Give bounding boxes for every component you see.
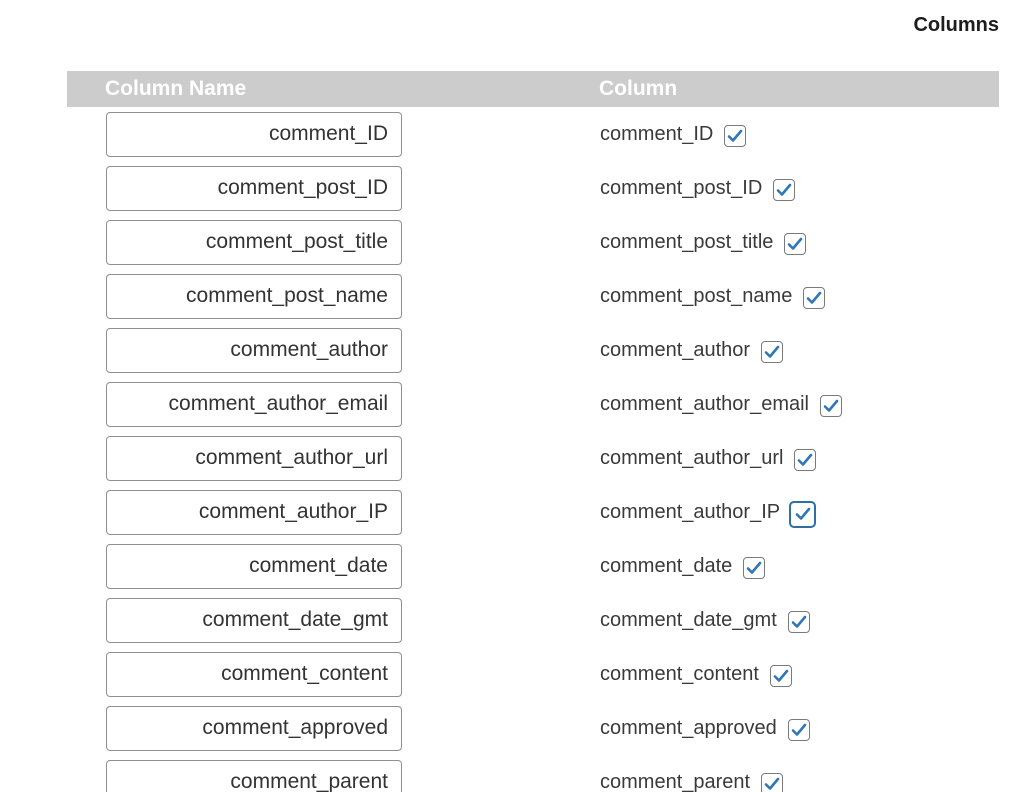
column-cell: comment_author bbox=[600, 334, 784, 366]
section-title: Columns bbox=[913, 14, 999, 36]
column-name-input[interactable] bbox=[106, 544, 402, 589]
column-name-header: Column Name bbox=[105, 77, 247, 100]
checkmark-icon bbox=[807, 291, 822, 304]
checkmark-icon bbox=[746, 561, 762, 574]
column-name-input[interactable] bbox=[106, 598, 402, 643]
column-name-input[interactable] bbox=[106, 274, 402, 319]
column-name-input[interactable] bbox=[106, 706, 402, 751]
checkmark-icon bbox=[764, 345, 780, 358]
column-name-input[interactable] bbox=[106, 652, 402, 697]
column-include-checkbox[interactable] bbox=[803, 287, 826, 309]
checkmark-icon bbox=[764, 777, 780, 790]
column-cell: comment_post_ID bbox=[600, 172, 796, 204]
column-label: comment_post_ID bbox=[600, 176, 763, 199]
table-row: comment_parent bbox=[0, 760, 1027, 792]
table-row: comment_author_email bbox=[0, 382, 1027, 436]
column-cell: comment_date_gmt bbox=[600, 604, 810, 636]
checkmark-icon bbox=[823, 399, 839, 412]
column-name-input[interactable] bbox=[106, 112, 402, 157]
column-name-input[interactable] bbox=[106, 382, 402, 427]
column-label: comment_author_url bbox=[600, 446, 784, 469]
column-name-input[interactable] bbox=[106, 436, 402, 481]
column-label: comment_author_IP bbox=[600, 500, 781, 523]
table-row: comment_post_name bbox=[0, 274, 1027, 328]
column-name-input[interactable] bbox=[106, 490, 402, 535]
columns-table-body: comment_ID comment_post_ID comment_post_ti… bbox=[0, 112, 1027, 792]
column-include-checkbox[interactable] bbox=[761, 341, 784, 363]
column-cell: comment_parent bbox=[600, 766, 784, 792]
column-include-checkbox[interactable] bbox=[761, 773, 784, 792]
column-include-checkbox[interactable] bbox=[794, 449, 817, 471]
column-include-checkbox[interactable] bbox=[789, 500, 817, 528]
column-name-input[interactable] bbox=[106, 760, 402, 792]
table-row: comment_ID bbox=[0, 112, 1027, 166]
checkmark-icon bbox=[798, 453, 813, 466]
column-include-checkbox[interactable] bbox=[787, 719, 810, 741]
table-row: comment_post_ID bbox=[0, 166, 1027, 220]
table-row: comment_author_IP bbox=[0, 490, 1027, 544]
column-include-checkbox[interactable] bbox=[787, 611, 810, 633]
column-label: comment_content bbox=[600, 662, 759, 685]
table-row: comment_author_url bbox=[0, 436, 1027, 490]
checkmark-icon bbox=[791, 615, 807, 628]
column-name-input[interactable] bbox=[106, 328, 402, 373]
checkmark-icon bbox=[728, 129, 743, 142]
column-cell: comment_ID bbox=[600, 118, 747, 150]
column-label: comment_author_email bbox=[600, 392, 809, 415]
table-header: Column Name Column bbox=[67, 71, 999, 107]
column-label: comment_date bbox=[600, 554, 733, 577]
checkmark-icon bbox=[776, 183, 792, 196]
column-label: comment_author bbox=[600, 338, 751, 361]
column-include-checkbox[interactable] bbox=[743, 557, 766, 579]
column-label: comment_post_title bbox=[600, 230, 774, 253]
column-label: comment_approved bbox=[600, 716, 777, 739]
column-include-checkbox[interactable] bbox=[724, 125, 747, 147]
column-cell: comment_approved bbox=[600, 712, 810, 744]
table-row: comment_post_title bbox=[0, 220, 1027, 274]
column-include-checkbox[interactable] bbox=[784, 233, 807, 255]
column-cell: comment_date bbox=[600, 550, 766, 582]
column-name-input[interactable] bbox=[106, 166, 402, 211]
column-include-checkbox[interactable] bbox=[769, 665, 792, 687]
column-include-checkbox[interactable] bbox=[773, 179, 796, 201]
table-row: comment_date_gmt bbox=[0, 598, 1027, 652]
column-cell: comment_author_url bbox=[600, 442, 817, 474]
column-cell: comment_author_IP bbox=[600, 496, 817, 528]
checkmark-icon bbox=[791, 723, 807, 736]
checkmark-icon bbox=[795, 507, 810, 520]
column-include-checkbox[interactable] bbox=[820, 395, 842, 417]
column-cell: comment_author_email bbox=[600, 388, 842, 420]
table-row: comment_approved bbox=[0, 706, 1027, 760]
column-cell: comment_content bbox=[600, 658, 792, 690]
column-name-input[interactable] bbox=[106, 220, 402, 265]
table-row: comment_author bbox=[0, 328, 1027, 382]
table-row: comment_content bbox=[0, 652, 1027, 706]
column-cell: comment_post_name bbox=[600, 280, 826, 312]
column-label: comment_date_gmt bbox=[600, 608, 777, 631]
column-label: comment_post_name bbox=[600, 284, 793, 307]
checkmark-icon bbox=[773, 669, 789, 682]
checkmark-icon bbox=[788, 237, 803, 250]
column-label: comment_ID bbox=[600, 122, 714, 145]
column-label: comment_parent bbox=[600, 770, 751, 792]
column-header: Column bbox=[599, 77, 678, 100]
table-row: comment_date bbox=[0, 544, 1027, 598]
column-cell: comment_post_title bbox=[600, 226, 807, 258]
columns-settings-page: Columns Column Name Column comment_ID com… bbox=[0, 0, 1027, 792]
